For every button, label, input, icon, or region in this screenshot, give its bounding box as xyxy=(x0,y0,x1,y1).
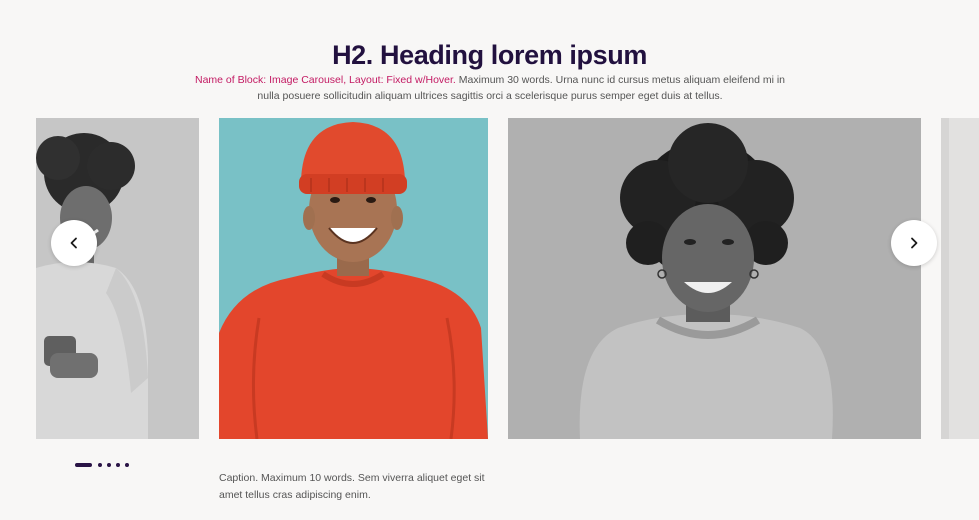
section-intro: Name of Block: Image Carousel, Layout: F… xyxy=(190,72,790,104)
carousel-prev-button[interactable] xyxy=(51,220,97,266)
carousel-slide-1[interactable] xyxy=(36,118,199,439)
carousel-slide-2[interactable] xyxy=(219,118,488,439)
pagination-dot-3[interactable] xyxy=(107,463,111,467)
chevron-left-icon xyxy=(70,237,77,249)
next-slide-peek xyxy=(941,118,979,439)
section-heading: H2. Heading lorem ipsum xyxy=(332,40,647,71)
carousel-slide-3[interactable] xyxy=(508,118,921,439)
carousel-slide-4[interactable] xyxy=(941,118,979,439)
chevron-right-icon xyxy=(911,237,918,249)
carousel-next-button[interactable] xyxy=(891,220,937,266)
pagination-dot-1[interactable] xyxy=(75,463,92,467)
block-name-label: Name of Block: Image Carousel, Layout: F… xyxy=(194,73,456,86)
woman-with-phone-photo xyxy=(36,118,199,439)
pagination-dot-2[interactable] xyxy=(98,463,102,467)
pagination-dot-4[interactable] xyxy=(116,463,120,467)
slide-caption: Caption. Maximum 10 words. Sem viverra a… xyxy=(219,471,485,501)
man-in-red-beanie-photo xyxy=(219,118,488,439)
woman-curly-hair-photo xyxy=(508,118,921,439)
pagination-dot-5[interactable] xyxy=(125,463,129,467)
carousel-pagination xyxy=(75,463,134,467)
